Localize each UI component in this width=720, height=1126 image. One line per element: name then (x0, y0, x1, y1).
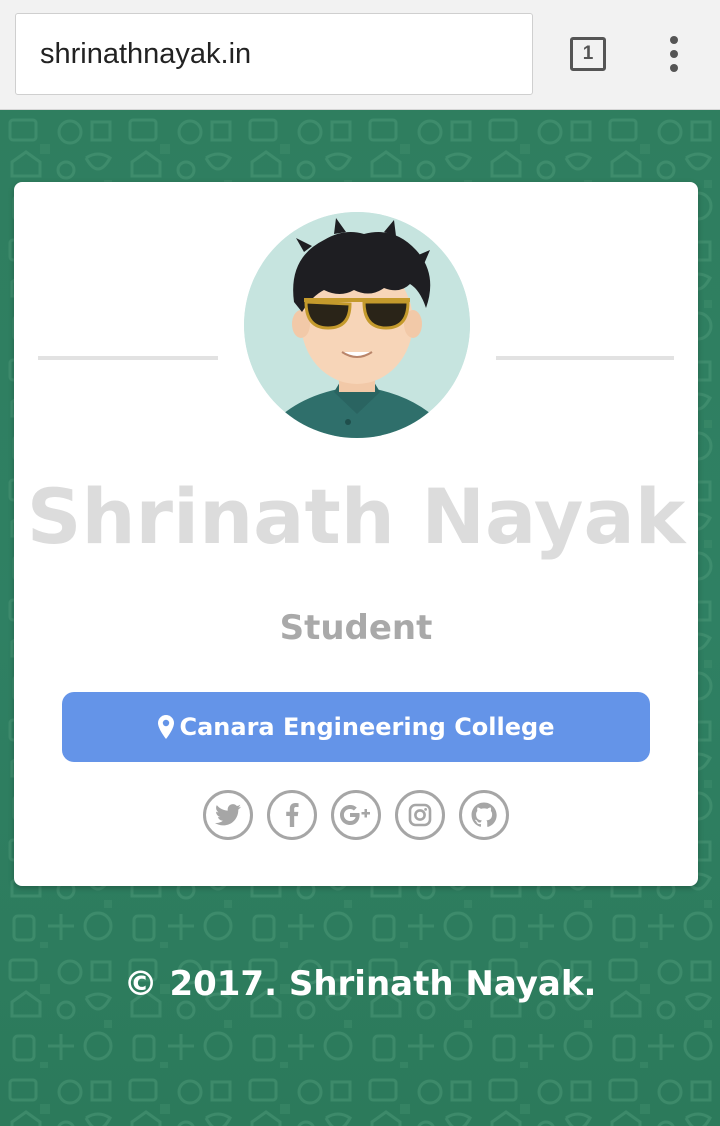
browser-toolbar: shrinathnayak.in 1 (0, 0, 720, 110)
facebook-link[interactable] (267, 790, 317, 840)
url-text: shrinathnayak.in (40, 37, 252, 70)
avatar (244, 212, 470, 438)
more-vert-icon[interactable] (664, 36, 684, 72)
profile-name: Shrinath Nayak (26, 472, 686, 561)
twitter-icon (215, 804, 241, 826)
divider-right (496, 356, 674, 360)
github-link[interactable] (459, 790, 509, 840)
college-button[interactable]: Canara Engineering College (62, 692, 650, 762)
twitter-link[interactable] (203, 790, 253, 840)
instagram-link[interactable] (395, 790, 445, 840)
google-plus-icon (340, 805, 370, 825)
url-bar[interactable]: shrinathnayak.in (15, 13, 533, 95)
tab-switcher-button[interactable]: 1 (570, 37, 606, 71)
divider-left (38, 356, 218, 360)
profile-card: Shrinath Nayak Student Canara Engineerin… (14, 182, 698, 886)
tab-count: 1 (582, 43, 594, 64)
college-label: Canara Engineering College (179, 713, 555, 741)
social-links (14, 790, 698, 840)
map-marker-icon (157, 715, 174, 739)
profile-role: Student (279, 608, 433, 648)
google-plus-link[interactable] (331, 790, 381, 840)
footer-copyright: © 2017. Shrinath Nayak. (123, 964, 597, 1004)
github-icon (471, 802, 497, 827)
facebook-icon (286, 803, 299, 827)
instagram-icon (408, 803, 432, 827)
